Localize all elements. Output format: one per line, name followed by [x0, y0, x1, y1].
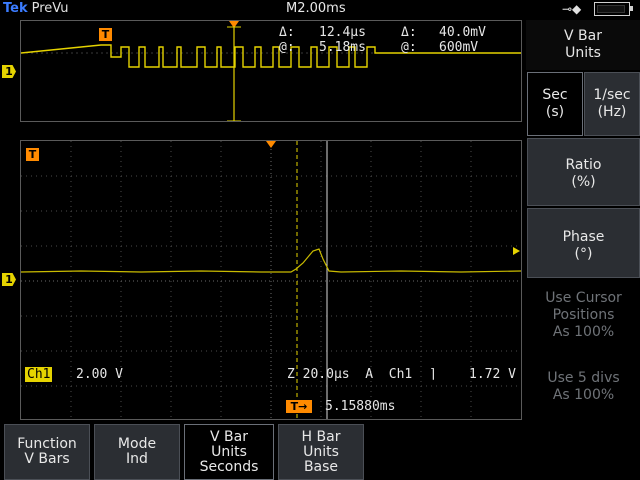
timebase-readout: M2.00ms — [286, 1, 346, 16]
cursor-line3: As 100% — [552, 324, 615, 340]
main-waveform-window: T Ch1 2.00 V Z 20.0µs A Ch1 ⌉ 1.72 V T→ … — [20, 140, 522, 420]
mode-ind-button[interactable]: Mode Ind — [94, 424, 180, 480]
hertz-label: 1/sec — [593, 87, 631, 103]
main-channel1-marker: 1 — [2, 273, 16, 286]
at-volt-value: 600mV — [439, 40, 479, 55]
channel1-trace — [21, 248, 521, 273]
main-trigger-marker: T — [26, 148, 39, 161]
trigger-offset-icon: T→ — [286, 400, 312, 413]
cursor-line2: Positions — [552, 307, 615, 323]
rising-edge-icon: ⌉ — [429, 367, 437, 382]
status-bar: Tek PreVu M2.00ms ⊸◆ — [0, 0, 640, 18]
hbar-line2: Units — [303, 444, 339, 460]
trigger-level-arrow — [513, 247, 520, 255]
use-cursor-positions-button[interactable]: Use Cursor Positions As 100% — [527, 282, 640, 348]
cursor-line1: Use Cursor — [545, 290, 622, 306]
preview-channel1-marker: 1 — [2, 65, 16, 78]
unit-phase-button[interactable]: Phase (°) — [527, 208, 640, 278]
ratio-unit: (%) — [571, 174, 596, 190]
function-v-bars-button[interactable]: Function V Bars — [4, 424, 90, 480]
at-time-label: @: — [279, 40, 295, 55]
main-trigger-position-marker — [266, 141, 276, 148]
hbar-line3: Base — [303, 459, 339, 475]
function-line1: Function — [17, 436, 77, 452]
side-menu-title-line1: V Bar — [564, 28, 602, 44]
acquisition-mode: PreVu — [31, 1, 69, 16]
delta-volt-label: Δ: — [401, 25, 417, 40]
vbar-line2: Units — [211, 444, 247, 460]
at-time-value: 5.18ms — [319, 40, 366, 55]
preview-trigger-marker: T — [99, 28, 112, 41]
ratio-label: Ratio — [565, 157, 602, 173]
preview-window: T Δ: 12.4µs Δ: 40.0mV @: 5.18ms @: 600mV — [20, 20, 522, 122]
at-volt-label: @: — [401, 40, 417, 55]
divs-line2: As 100% — [552, 387, 615, 403]
seconds-label: Sec — [542, 87, 568, 103]
use-5-divs-button[interactable]: Use 5 divs As 100% — [527, 352, 640, 412]
mode-line1: Mode — [117, 436, 157, 452]
channel1-label: Ch1 — [25, 367, 53, 382]
brand-logo: Tek — [3, 1, 28, 16]
zoom-readout: Z 20.0µs A Ch1 — [287, 367, 413, 382]
unit-hertz-button[interactable]: 1/sec (Hz) — [584, 72, 640, 136]
vbar-line3: Seconds — [199, 459, 259, 475]
mode-line2: Ind — [126, 451, 148, 467]
channel1-scale: 2.00 V — [76, 367, 123, 382]
battery-icon — [594, 2, 633, 16]
side-menu-title-line2: Units — [565, 45, 601, 61]
hertz-unit: (Hz) — [597, 104, 627, 120]
unit-seconds-button[interactable]: Sec (s) — [527, 72, 583, 136]
trigger-level: 1.72 V — [469, 367, 516, 382]
vbar-line1: V Bar — [210, 429, 248, 445]
app-brand: Tek PreVu — [3, 1, 69, 16]
delta-volt-value: 40.0mV — [439, 25, 486, 40]
ac-plug-icon: ⊸◆ — [562, 2, 582, 16]
seconds-unit: (s) — [545, 104, 565, 120]
function-line2: V Bars — [24, 451, 70, 467]
phase-label: Phase — [562, 229, 605, 245]
unit-ratio-button[interactable]: Ratio (%) — [527, 138, 640, 206]
delta-time-label: Δ: — [279, 25, 295, 40]
v-bar-units-button[interactable]: V Bar Units Seconds — [184, 424, 274, 480]
hbar-line1: H Bar — [301, 429, 341, 445]
side-menu-title: V Bar Units — [526, 20, 640, 70]
h-bar-units-button[interactable]: H Bar Units Base — [278, 424, 364, 480]
trigger-offset-time: 5.15880ms — [325, 399, 396, 414]
delta-time-value: 12.4µs — [319, 25, 366, 40]
divs-line1: Use 5 divs — [547, 370, 620, 386]
phase-unit: (°) — [574, 246, 593, 262]
